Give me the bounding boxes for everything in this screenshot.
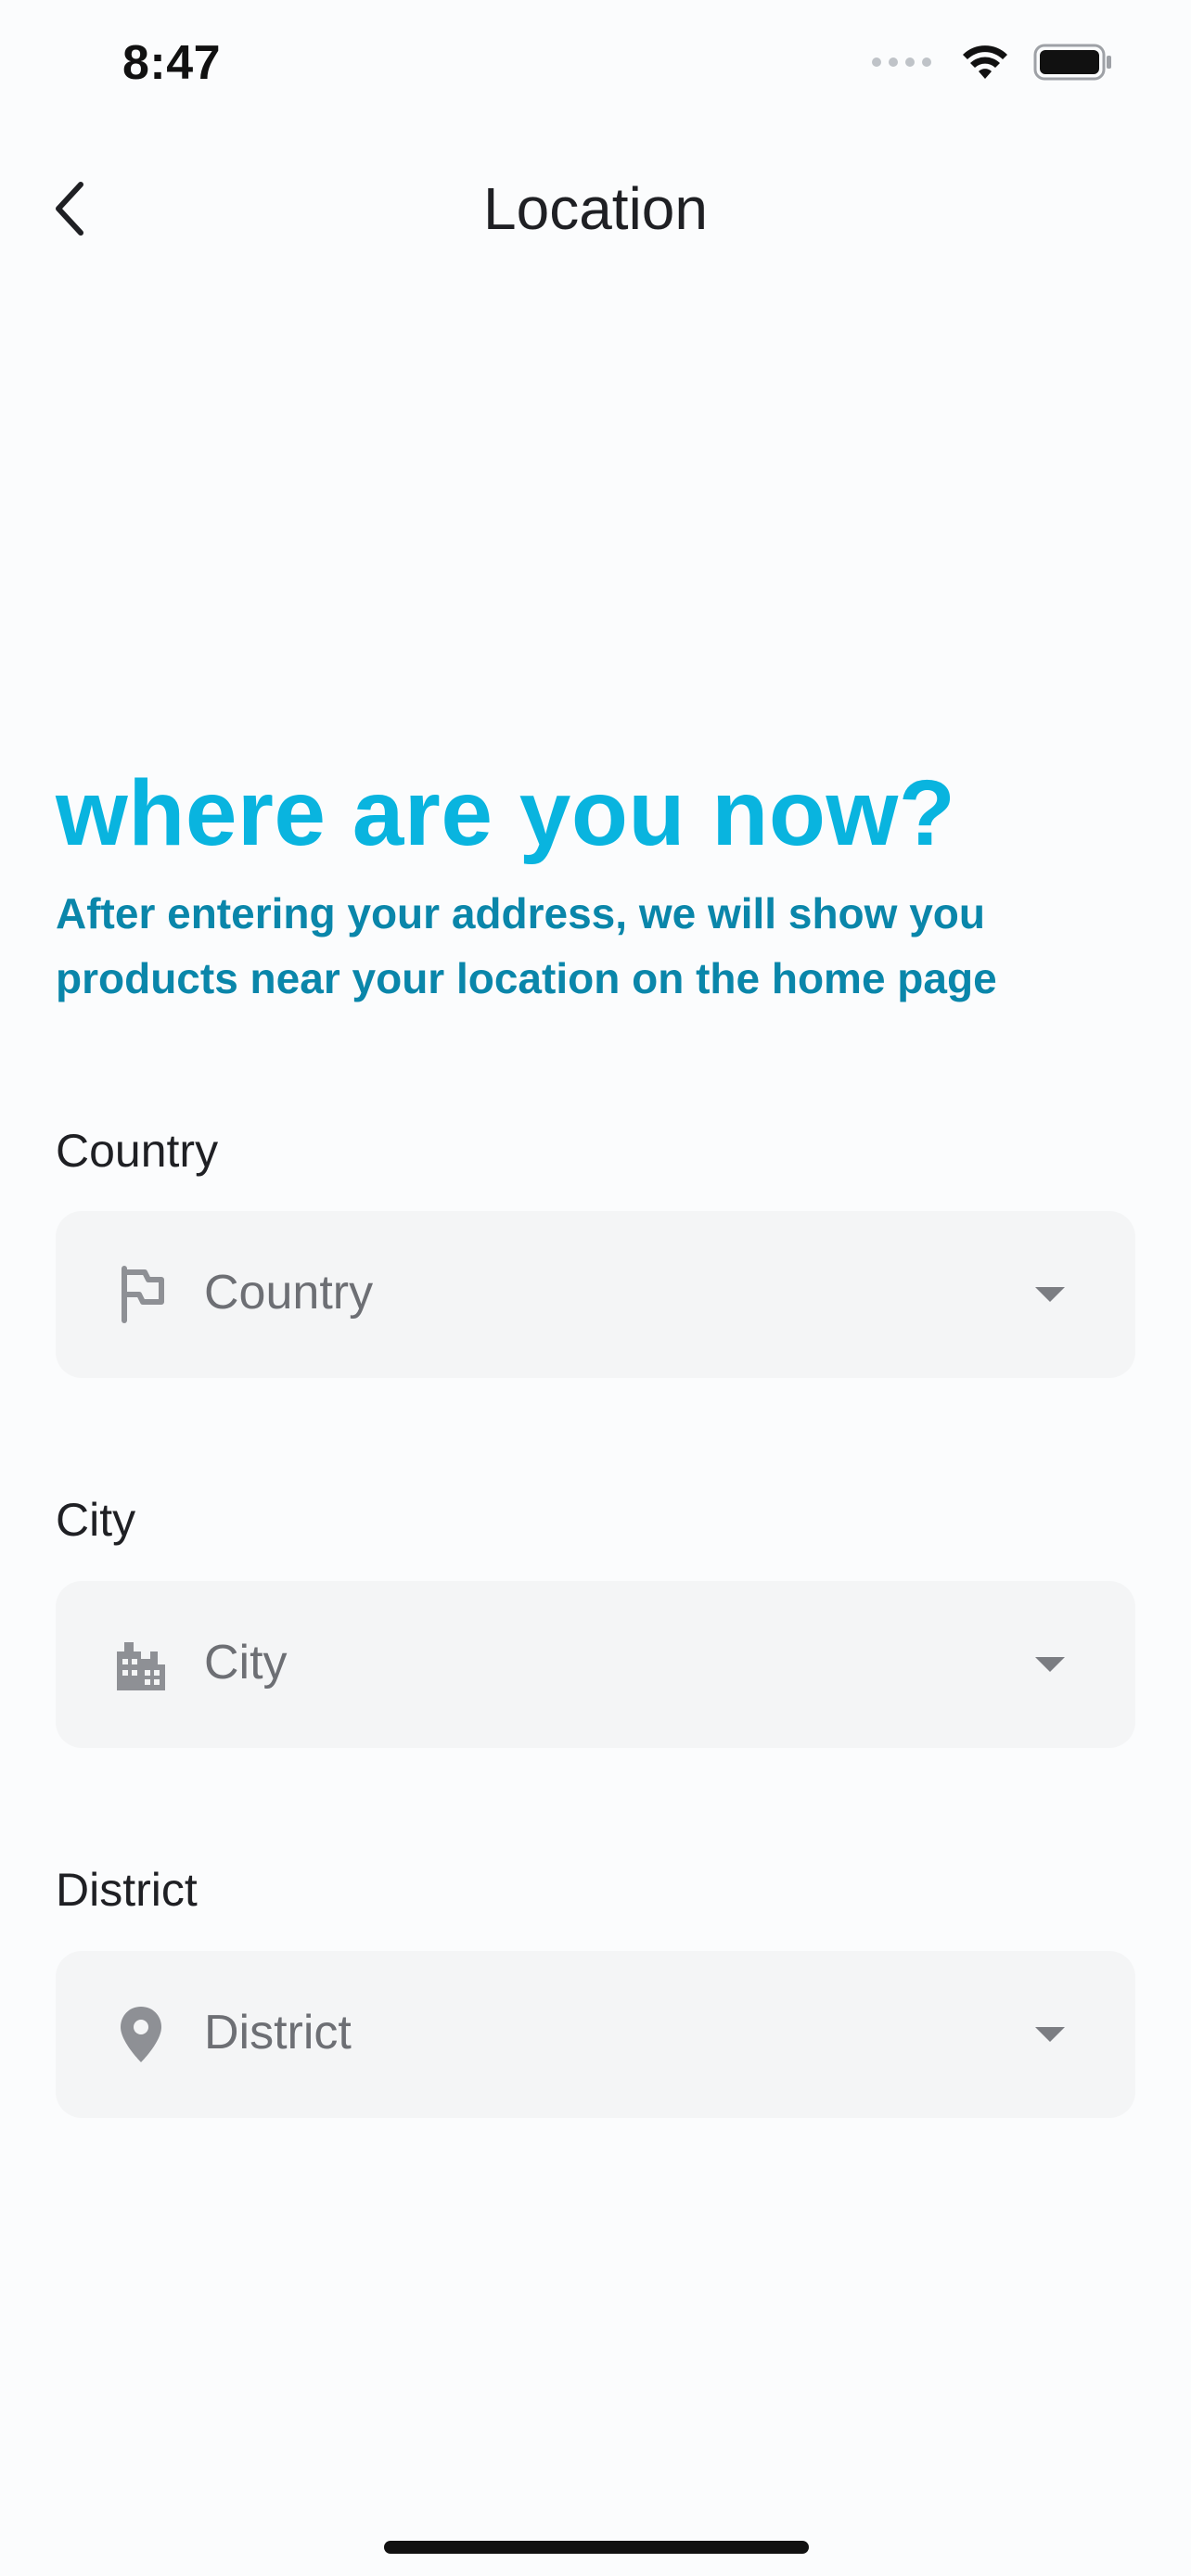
- chevron-down-icon: [1035, 2027, 1065, 2042]
- wifi-icon: [963, 45, 1007, 79]
- city-select[interactable]: City: [56, 1581, 1135, 1748]
- district-label: District: [56, 1864, 198, 1916]
- country-select[interactable]: Country: [56, 1211, 1135, 1378]
- country-label: Country: [56, 1125, 219, 1177]
- building-icon: [109, 1633, 173, 1696]
- home-indicator[interactable]: [384, 2541, 809, 2554]
- map-pin-icon: [109, 2003, 173, 2066]
- battery-icon: [1033, 44, 1111, 81]
- chevron-down-icon: [1035, 1287, 1065, 1302]
- city-label: City: [56, 1494, 136, 1546]
- flag-icon: [109, 1263, 173, 1326]
- status-icons: [872, 43, 1113, 82]
- chevron-down-icon: [1035, 1657, 1065, 1672]
- country-select-value: Country: [204, 1266, 374, 1320]
- location-description: After entering your address, we will sho…: [56, 889, 997, 1002]
- district-select-value: District: [204, 2006, 352, 2060]
- city-select-value: City: [204, 1636, 288, 1690]
- district-select[interactable]: District: [56, 1951, 1135, 2118]
- status-bar: 8:47: [0, 0, 1191, 130]
- location-heading: where are you now?: [56, 761, 956, 865]
- cellular-signal-icon: [872, 57, 931, 67]
- page-title: Location: [483, 175, 708, 242]
- navigation-bar: Location: [0, 158, 1191, 260]
- status-time: 8:47: [122, 36, 222, 90]
